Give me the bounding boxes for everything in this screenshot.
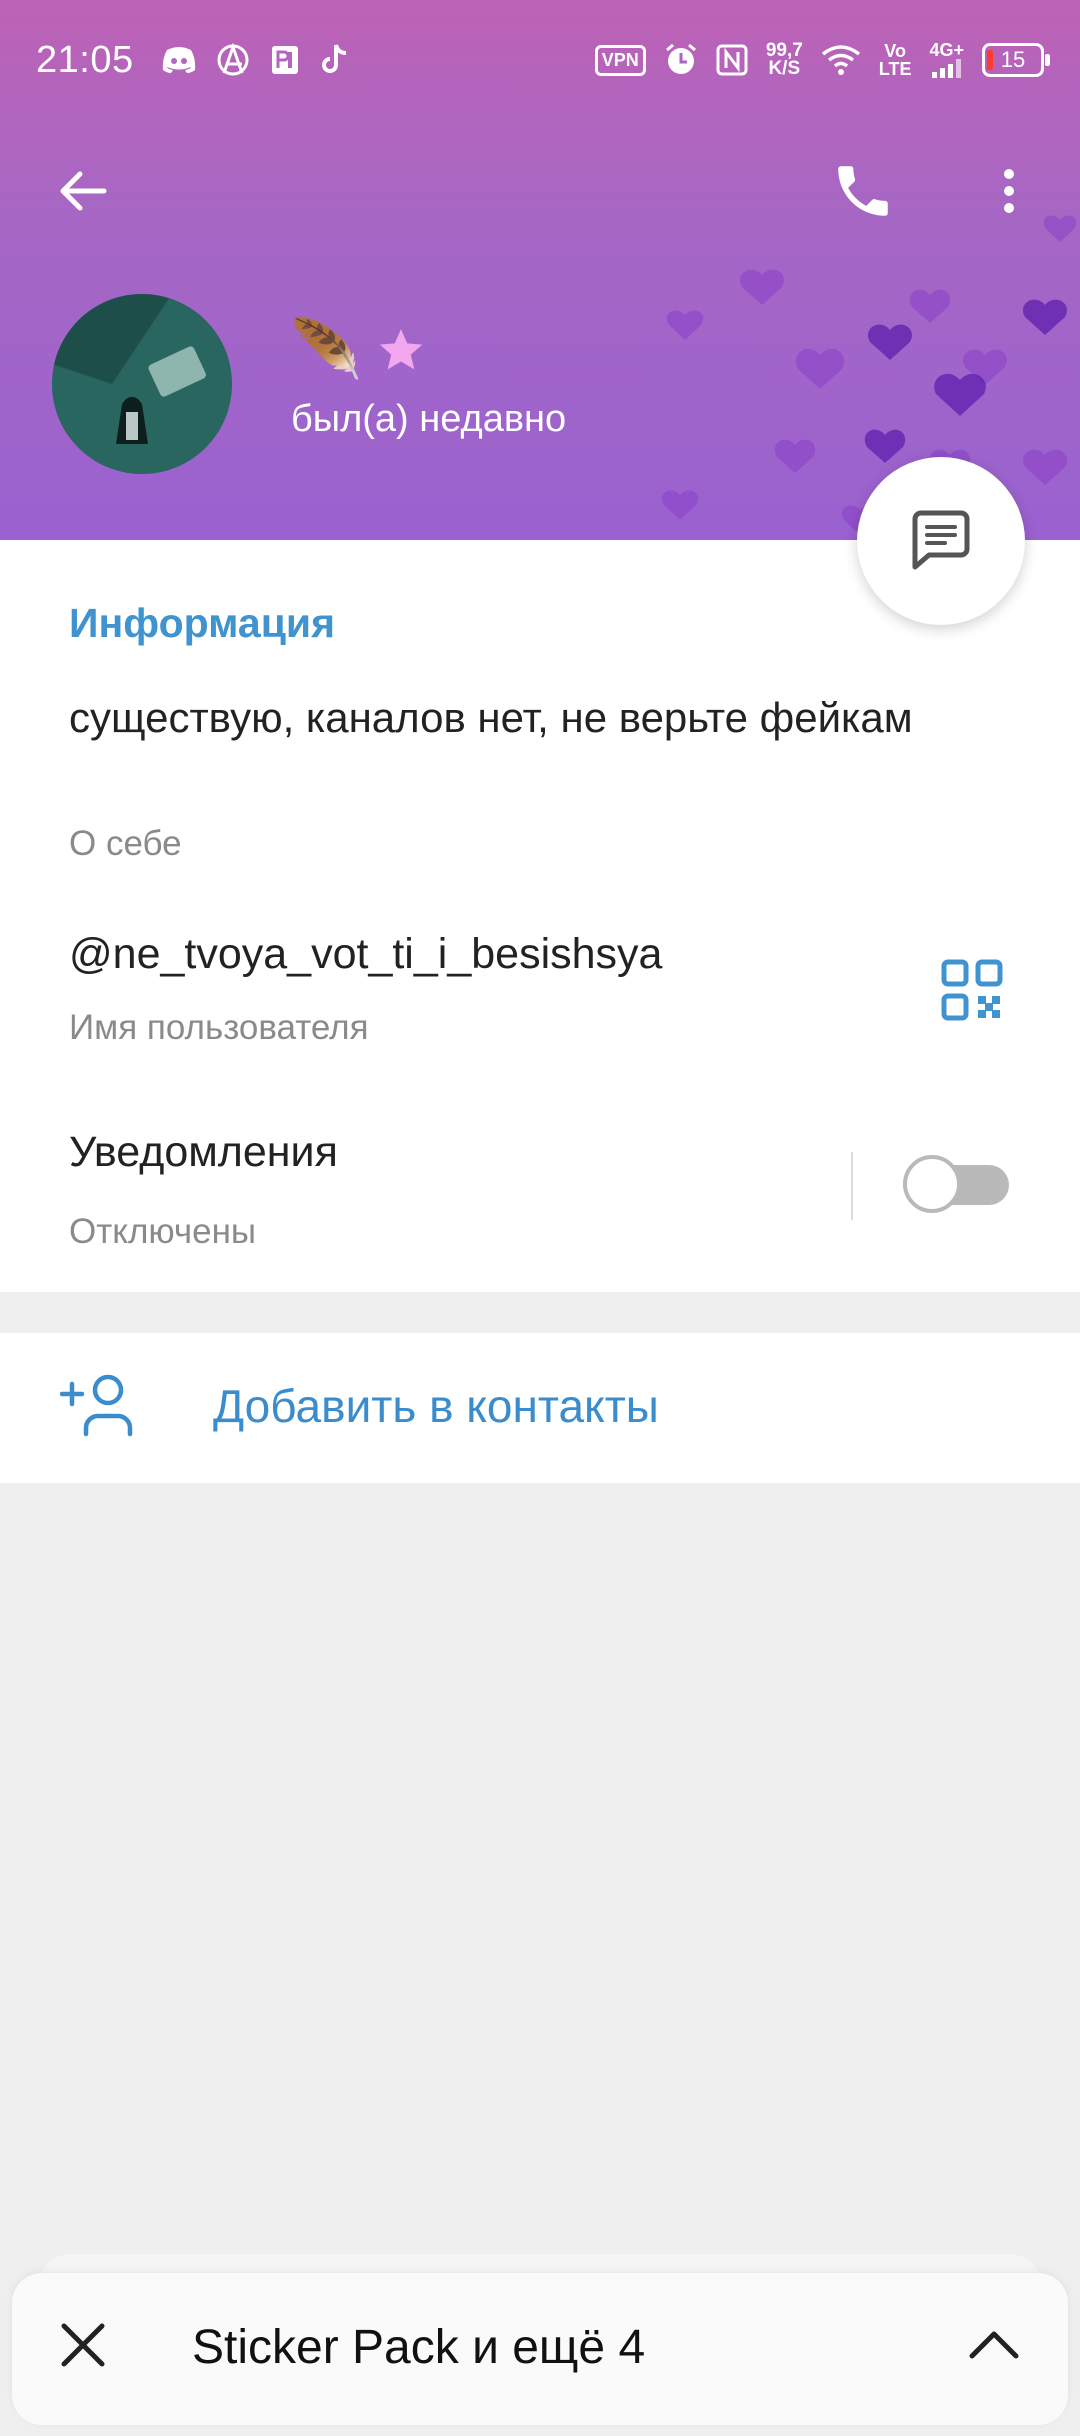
bio-label: О себе — [69, 824, 182, 863]
discord-icon — [162, 46, 196, 74]
status-bar: 21:05 VPN 99,7 K/S Vo LTE 4G+ 15 — [0, 0, 1080, 120]
expand-button[interactable] — [966, 2324, 1022, 2364]
vpn-icon: VPN — [594, 44, 646, 76]
divider — [851, 1152, 853, 1220]
back-button[interactable] — [50, 158, 116, 224]
status-time: 21:05 — [36, 38, 134, 81]
chevron-up-icon — [969, 2331, 1019, 2359]
more-vertical-icon — [1004, 169, 1014, 213]
close-icon — [61, 2323, 105, 2367]
arrow-left-icon — [60, 171, 107, 211]
avatar-image — [52, 294, 232, 474]
call-button[interactable] — [830, 158, 896, 224]
feather-emoji: 🪶 — [290, 317, 363, 382]
last-seen-status: был(а) недавно — [291, 398, 567, 440]
signal-icon: 4G+ — [929, 40, 964, 78]
alarm-icon — [664, 43, 698, 77]
username-label: Имя пользователя — [69, 1008, 369, 1047]
nfc-icon — [716, 44, 748, 76]
sticker-pack-label[interactable]: Sticker Pack и ещё 4 — [192, 2320, 645, 2375]
network-speed: 99,7 K/S — [766, 41, 803, 79]
notifications-status: Отключены — [69, 1212, 257, 1251]
lte-text: LTE — [878, 59, 912, 79]
message-button[interactable] — [857, 457, 1025, 625]
app-icon — [270, 44, 300, 76]
volte-indicator: Vo LTE — [879, 42, 912, 78]
tiktok-icon — [320, 43, 350, 77]
profile-screen: 21:05 VPN 99,7 K/S Vo LTE 4G+ 15 🪶 был(а… — [0, 0, 1080, 2436]
phone-icon — [838, 166, 888, 216]
battery-icon: 15 — [982, 43, 1050, 77]
wifi-icon — [821, 44, 861, 76]
more-options-button[interactable] — [990, 158, 1028, 224]
notifications-toggle[interactable] — [903, 1155, 1009, 1213]
add-contact-button[interactable]: Добавить в контакты — [213, 1379, 659, 1433]
close-button[interactable] — [58, 2320, 108, 2370]
info-section-title: Информация — [69, 600, 336, 646]
qr-code-button[interactable] — [940, 958, 1004, 1022]
notification-icons — [162, 43, 350, 77]
username-value[interactable]: @ne_tvoya_vot_ti_i_besishsya — [69, 930, 662, 979]
notifications-title[interactable]: Уведомления — [69, 1128, 338, 1177]
bio-text[interactable]: существую, каналов нет, не верьте фейкам — [69, 690, 919, 746]
star-icon — [379, 329, 423, 370]
hearts-decoration — [661, 215, 1077, 535]
anarchy-icon — [216, 43, 250, 77]
battery-level: 15 — [1000, 47, 1026, 72]
speed-unit: K/S — [768, 58, 801, 79]
profile-name-row: 🪶 — [290, 320, 426, 380]
qr-code-icon — [941, 959, 1003, 1021]
add-user-icon — [59, 1372, 136, 1438]
vo-text: Vo — [884, 41, 906, 61]
system-icons: VPN 99,7 K/S Vo LTE 4G+ 15 — [594, 40, 1050, 79]
avatar[interactable] — [52, 294, 232, 474]
network-type: 4G+ — [929, 40, 964, 60]
chat-icon — [912, 510, 970, 570]
toggle-knob — [903, 1155, 961, 1213]
